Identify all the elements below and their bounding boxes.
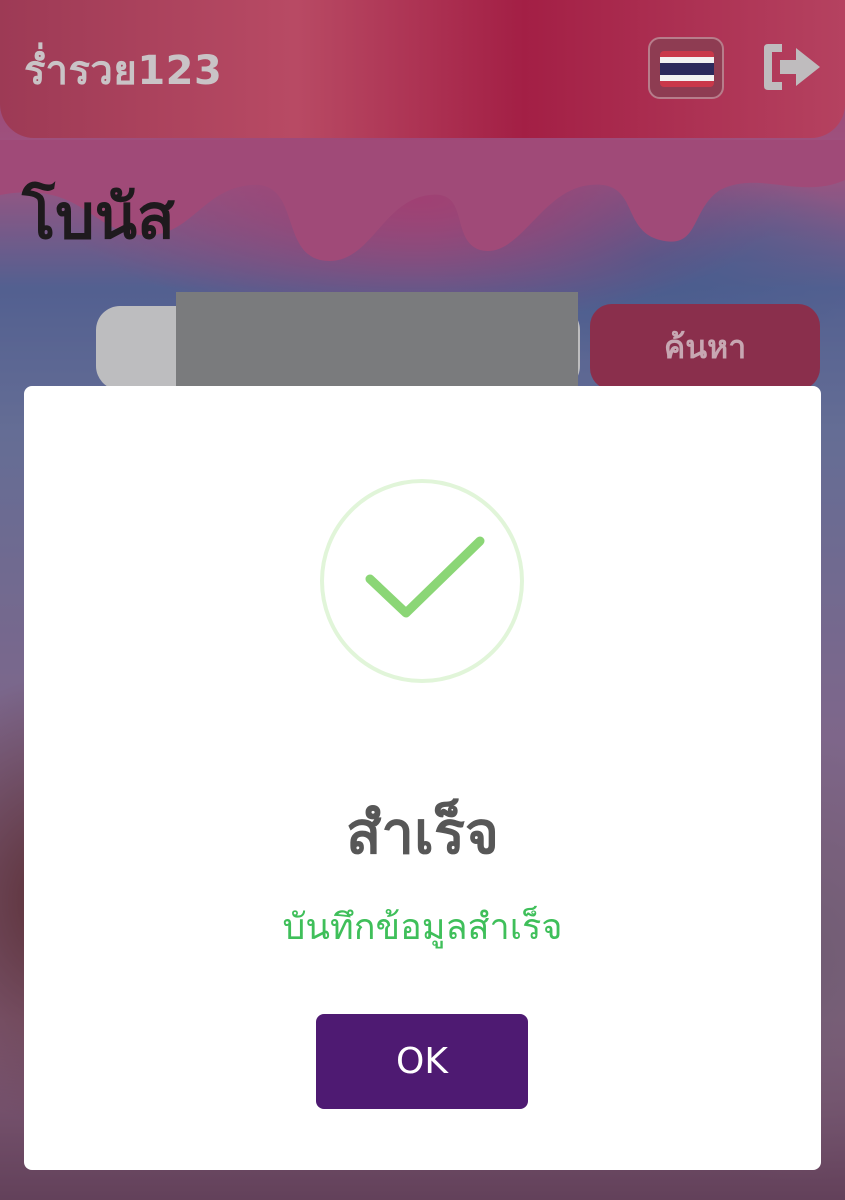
thailand-flag-icon	[660, 51, 714, 87]
page-title: โบนัส	[22, 180, 175, 253]
language-switcher-button[interactable]	[648, 37, 724, 99]
dialog-title: สำเร็จ	[346, 799, 499, 867]
success-check-icon	[365, 536, 485, 618]
dialog-message: บันทึกข้อมูลสำเร็จ	[282, 907, 563, 948]
ok-button[interactable]: OK	[316, 1014, 528, 1109]
search-button[interactable]: ค้นหา	[590, 304, 820, 390]
logout-icon[interactable]	[760, 40, 822, 94]
top-header: ร่ำรวย123	[0, 0, 845, 138]
success-dialog: สำเร็จ บันทึกข้อมูลสำเร็จ OK	[24, 386, 821, 1170]
redaction-box	[176, 292, 578, 394]
site-logo[interactable]: ร่ำรวย123	[24, 38, 222, 102]
